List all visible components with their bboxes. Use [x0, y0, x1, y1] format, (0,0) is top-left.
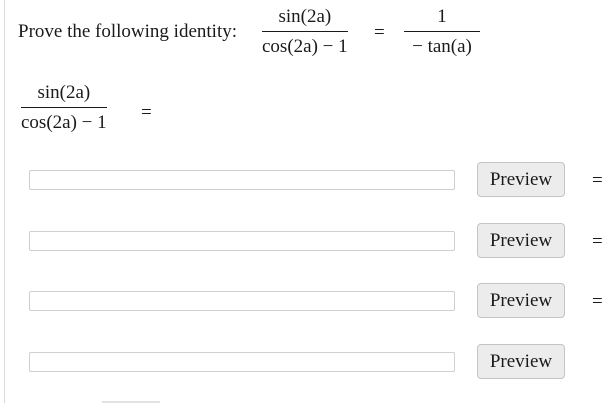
row-equals-sign-1: =	[592, 170, 603, 191]
row-equals-sign-2: =	[592, 231, 603, 252]
work-numerator: sin(2a)	[37, 82, 91, 103]
preview-button-3[interactable]: Preview	[477, 283, 565, 318]
fraction-bar	[262, 31, 348, 32]
identity-rhs-numerator: 1	[437, 6, 447, 27]
identity-rhs-fraction: 1 − tan(a)	[404, 6, 480, 58]
row-equals-sign-3: =	[592, 291, 603, 312]
step-input-3[interactable]	[29, 291, 455, 311]
preview-button-2[interactable]: Preview	[477, 223, 565, 258]
fraction-bar	[404, 31, 480, 32]
fraction-bar	[21, 107, 107, 108]
prompt-text: Prove the following identity:	[18, 21, 238, 42]
identity-lhs-numerator: sin(2a)	[278, 6, 332, 27]
identity-equals-sign: =	[374, 22, 385, 43]
identity-rhs-denominator: − tan(a)	[412, 36, 472, 57]
step-input-2[interactable]	[29, 231, 455, 251]
step-input-4[interactable]	[29, 352, 455, 372]
preview-button-1[interactable]: Preview	[477, 162, 565, 197]
work-equals-sign: =	[141, 102, 152, 123]
identity-lhs-denominator: cos(2a) − 1	[262, 36, 348, 57]
preview-button-4[interactable]: Preview	[477, 344, 565, 379]
step-input-1[interactable]	[29, 170, 455, 190]
work-lhs-fraction: sin(2a) cos(2a) − 1	[21, 82, 107, 134]
left-border	[4, 0, 5, 403]
work-denominator: cos(2a) − 1	[21, 112, 107, 133]
identity-lhs-fraction: sin(2a) cos(2a) − 1	[262, 6, 348, 58]
